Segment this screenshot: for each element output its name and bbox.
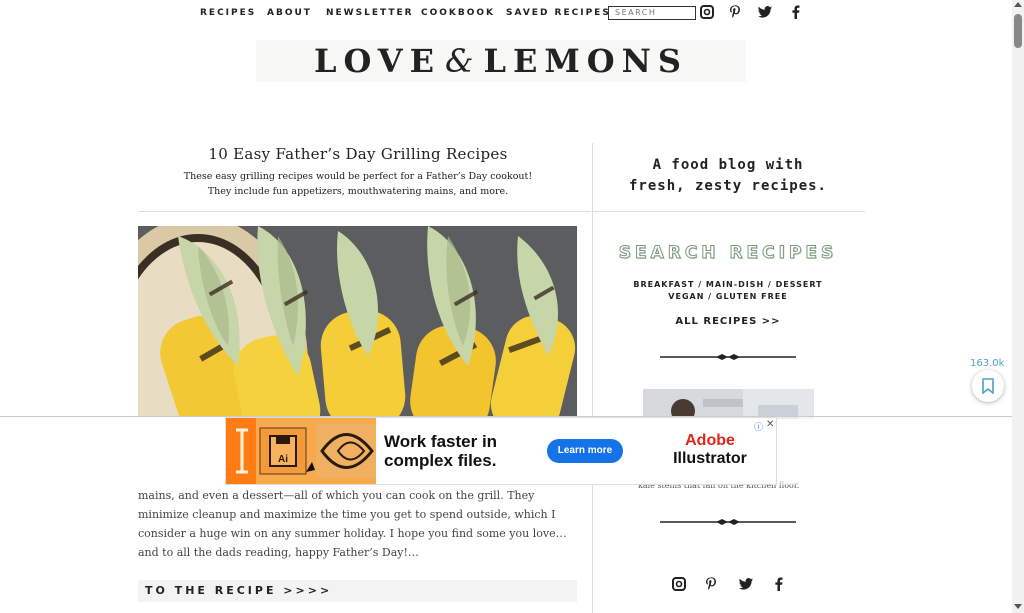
site-logo[interactable]: LOVE & LEMONS xyxy=(256,42,746,80)
ad-artwork: Ai xyxy=(226,418,376,484)
tagline-line: fresh, zesty recipes. xyxy=(628,178,827,194)
header-divider-right xyxy=(593,211,865,212)
nav-link-recipes[interactable]: RECIPES xyxy=(200,8,256,18)
ad-brand: Adobe Illustrator xyxy=(660,432,760,468)
ad-info-icon[interactable]: ⓘ xyxy=(754,420,763,433)
ad-headline: Work faster in complex files. xyxy=(384,432,498,470)
brand-illustrator: Illustrator xyxy=(673,450,747,467)
twitter-icon[interactable] xyxy=(738,576,754,592)
to-the-recipe-button[interactable]: TO THE RECIPE >>>> xyxy=(138,580,577,602)
facebook-icon[interactable] xyxy=(788,4,804,20)
all-recipes-link[interactable]: ALL RECIPES >> xyxy=(600,316,856,327)
learn-more-button[interactable]: Learn more xyxy=(547,439,623,463)
share-count: 163.0k xyxy=(970,358,1005,369)
nav-link-newsletter[interactable]: NEWSLETTER xyxy=(326,8,414,18)
category-links-row[interactable]: BREAKFAST / MAIN-DISH / DESSERT xyxy=(600,279,856,291)
hero-image-grilled-corn[interactable] xyxy=(138,226,577,416)
nav-link-about[interactable]: ABOUT xyxy=(267,8,312,18)
instagram-icon[interactable] xyxy=(699,4,715,20)
logo-ampersand: & xyxy=(445,42,474,80)
recipe-categories: BREAKFAST / MAIN-DISH / DESSERT VEGAN / … xyxy=(600,279,856,303)
scrollbar-thumb[interactable] xyxy=(1014,14,1022,48)
nav-link-saved-recipes[interactable]: SAVED RECIPES xyxy=(506,8,611,18)
post-subtitle-line: These easy grilling recipes would be per… xyxy=(183,171,533,182)
sidebar-photo[interactable] xyxy=(643,389,814,419)
bookmark-icon xyxy=(982,378,994,394)
nav-link-cookbook[interactable]: COOKBOOK xyxy=(421,8,495,18)
search-recipes-heading: SEARCH RECIPES xyxy=(618,243,838,264)
page-scrollbar[interactable] xyxy=(1012,0,1024,613)
scroll-down-arrow-icon[interactable] xyxy=(1014,604,1022,609)
pinterest-icon[interactable] xyxy=(727,4,743,20)
header-divider-left xyxy=(138,211,591,212)
ornamental-divider xyxy=(660,517,796,527)
post-title[interactable]: 10 Easy Father’s Day Grilling Recipes xyxy=(138,145,578,163)
top-navigation: RECIPES ABOUT NEWSLETTER COOKBOOK SAVED … xyxy=(0,0,1012,26)
logo-word-love: LOVE xyxy=(313,42,441,80)
adobe-illustrator-ad[interactable]: Ai Work faster in complex files. Learn m… xyxy=(226,418,776,484)
save-bookmark-button[interactable] xyxy=(972,370,1004,402)
post-subtitle: These easy grilling recipes would be per… xyxy=(138,169,578,199)
blog-tagline: A food blog with fresh, zesty recipes. xyxy=(600,155,856,197)
tagline-line: A food blog with xyxy=(652,157,804,173)
post-subtitle-line: They include fun appetizers, mouthwateri… xyxy=(207,186,509,197)
ornamental-divider xyxy=(660,352,796,362)
facebook-icon[interactable] xyxy=(771,576,787,592)
post-excerpt: mains, and even a dessert—all of which y… xyxy=(138,489,567,559)
search-input[interactable]: SEARCH xyxy=(608,6,696,20)
logo-word-lemons: LEMONS xyxy=(483,42,689,80)
pinterest-icon[interactable] xyxy=(703,576,719,592)
category-links-row[interactable]: VEGAN / GLUTEN FREE xyxy=(600,291,856,303)
brand-adobe: Adobe xyxy=(685,432,735,449)
scroll-up-arrow-icon[interactable] xyxy=(1014,2,1022,7)
ad-close-icon[interactable]: ✕ xyxy=(766,419,774,430)
instagram-icon[interactable] xyxy=(671,576,687,592)
twitter-icon[interactable] xyxy=(757,4,773,20)
ad-app-label: Ai xyxy=(278,454,288,465)
column-divider xyxy=(592,143,593,613)
